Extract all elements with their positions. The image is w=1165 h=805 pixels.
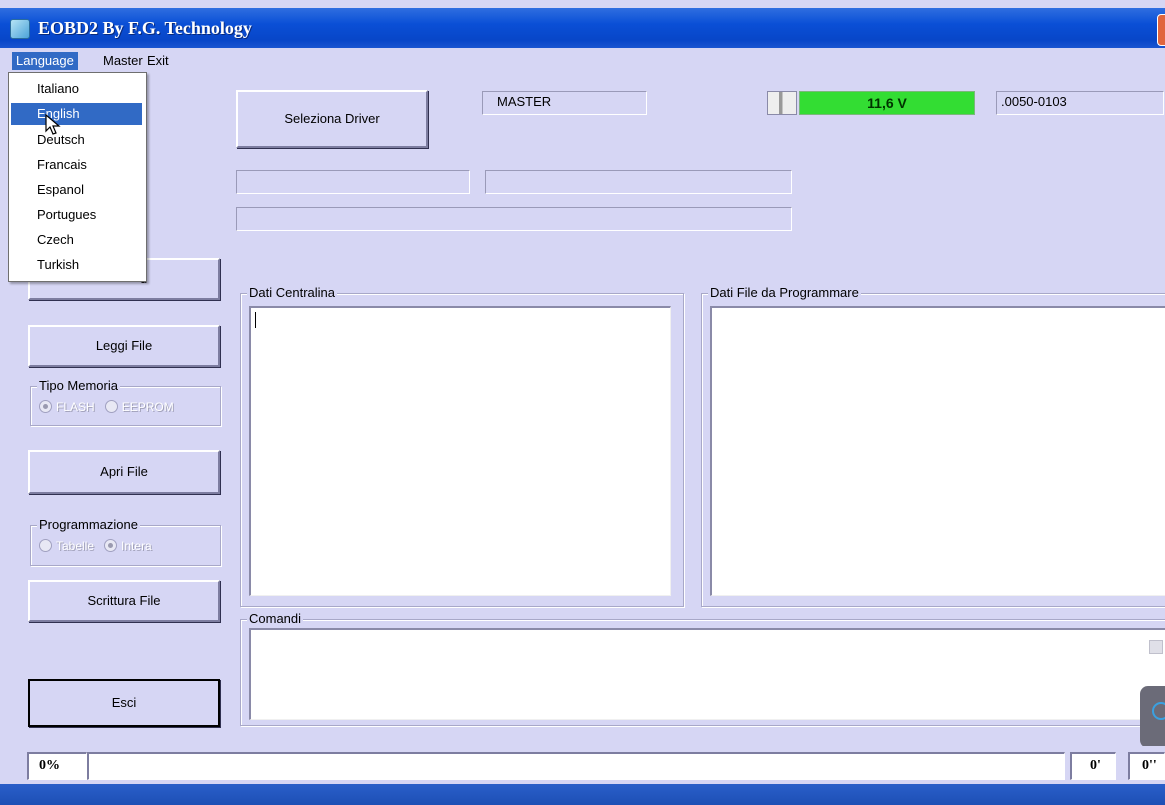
tabelle-radio[interactable] (39, 539, 52, 552)
programmazione-group: Programmazione Tabelle Intera (30, 517, 221, 566)
comandi-title: Comandi (247, 611, 304, 626)
dati-centralina-group: Dati Centralina (240, 285, 684, 607)
text-caret (255, 312, 256, 328)
language-option-turkish[interactable]: Turkish (11, 254, 142, 276)
menu-language[interactable]: Language (12, 52, 78, 70)
eeprom-radio[interactable] (104, 400, 118, 413)
info-field-1 (236, 170, 470, 194)
mouse-pointer-icon (45, 114, 61, 135)
flash-radio[interactable] (39, 400, 52, 413)
apri-file-button[interactable]: Apri File (28, 450, 220, 494)
resize-icon (1149, 640, 1163, 654)
voltage-indicator-handle (767, 91, 797, 115)
dati-file-group: Dati File da Programmare (701, 285, 1165, 607)
progress-percent: 0% (27, 752, 87, 780)
dati-file-textarea[interactable] (710, 306, 1165, 596)
timer-minutes: 0' (1070, 752, 1116, 780)
info-field-2 (485, 170, 792, 194)
dati-centralina-title: Dati Centralina (247, 285, 337, 300)
programmazione-title: Programmazione (37, 517, 140, 532)
seleziona-driver-button[interactable]: Seleziona Driver (236, 90, 428, 148)
language-dropdown: Italiano English Deutsch Francais Espano… (8, 72, 147, 282)
title-bar: EOBD2 By F.G. Technology (0, 8, 1165, 48)
status-bar: 0% 0' 0'' (0, 746, 1165, 784)
leggi-file-button[interactable]: Leggi File (28, 325, 220, 367)
tabelle-label: Tabelle (56, 539, 95, 553)
floating-widget[interactable] (1140, 686, 1165, 748)
menu-master[interactable]: Master (99, 52, 147, 70)
scrittura-file-button[interactable]: Scrittura File (28, 580, 220, 622)
dati-centralina-textarea[interactable] (249, 306, 671, 596)
serial-field: .0050-0103 (996, 91, 1164, 115)
menu-exit[interactable]: Exit (143, 52, 173, 70)
mode-field: MASTER (482, 91, 647, 115)
tipo-memoria-title: Tipo Memoria (37, 378, 120, 393)
flash-label: FLASH (56, 400, 95, 414)
info-field-3 (236, 207, 792, 231)
window-title: EOBD2 By F.G. Technology (38, 18, 252, 38)
widget-icon (1152, 702, 1165, 720)
language-option-czech[interactable]: Czech (11, 229, 142, 251)
eeprom-label: EEPROM (121, 400, 174, 414)
language-option-english[interactable]: English (11, 103, 142, 125)
language-option-italiano[interactable]: Italiano (11, 78, 142, 100)
language-option-espanol[interactable]: Espanol (11, 179, 142, 201)
esci-button[interactable]: Esci (28, 679, 220, 727)
voltage-display: 11,6 V (799, 91, 975, 115)
intera-radio[interactable] (104, 539, 118, 552)
taskbar (0, 784, 1165, 805)
comandi-textarea[interactable] (249, 628, 1165, 720)
intera-label: Intera (121, 539, 152, 553)
language-option-francais[interactable]: Francais (11, 154, 142, 176)
dati-file-title: Dati File da Programmare (708, 285, 861, 300)
language-option-deutsch[interactable]: Deutsch (11, 129, 142, 151)
tipo-memoria-group: Tipo Memoria FLASH EEPROM (30, 378, 221, 426)
language-option-portugues[interactable]: Portugues (11, 204, 142, 226)
app-icon[interactable] (10, 19, 30, 39)
comandi-group: Comandi (240, 611, 1165, 726)
progress-bar (87, 752, 1065, 780)
timer-seconds: 0'' (1128, 752, 1165, 780)
close-button[interactable] (1157, 14, 1165, 46)
menu-bar: Language Master Exit (0, 48, 1165, 72)
